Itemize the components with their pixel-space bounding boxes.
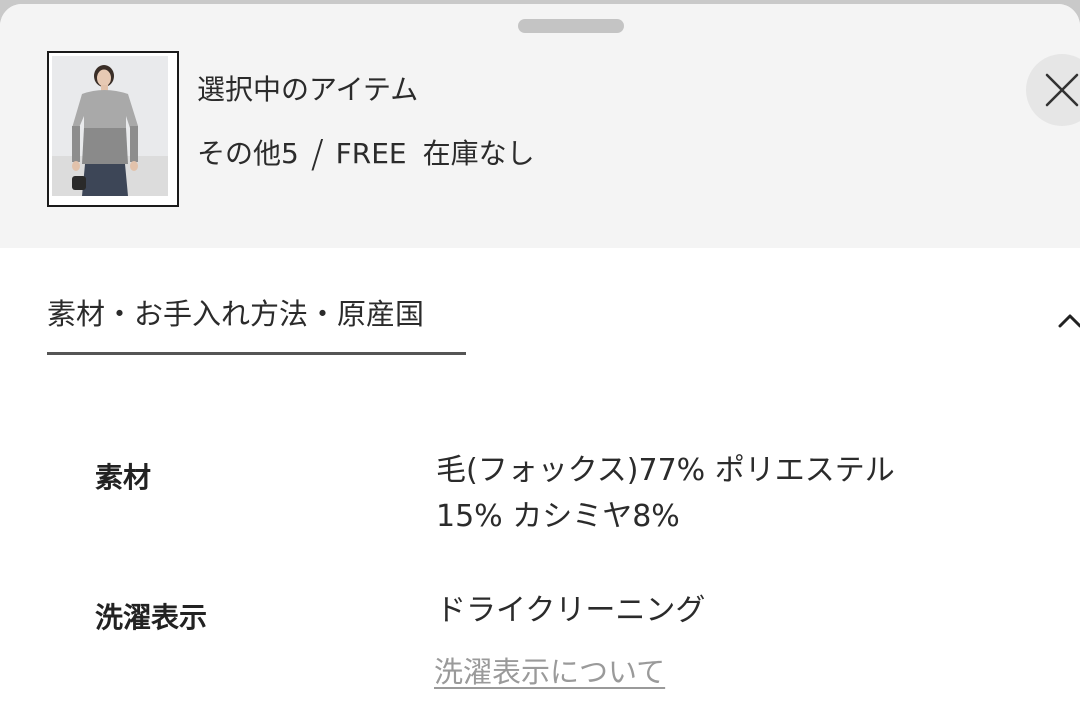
selected-item-title: 選択中のアイテム [197, 73, 419, 106]
variant-color: その他5 [197, 137, 299, 170]
section-underline [47, 352, 466, 355]
chevron-up-icon[interactable] [1052, 304, 1080, 334]
care-value-text: ドライクリーニング [436, 593, 706, 628]
variant-info: その他5 / FREE 在庫なし [197, 134, 535, 174]
section-title: 素材・お手入れ方法・原産国 [47, 297, 425, 331]
selected-item-panel: 選択中のアイテム その他5 / FREE 在庫なし [0, 4, 1080, 248]
product-photo [52, 56, 168, 196]
close-button[interactable] [1026, 54, 1080, 126]
care-label: 洗濯表示 [95, 601, 208, 634]
material-value-line: 15% カシミヤ8% [436, 499, 680, 534]
stock-status: 在庫なし [422, 137, 535, 170]
bottom-sheet: 選択中のアイテム その他5 / FREE 在庫なし 素材・お手入れ方法・原産国 … [0, 4, 1080, 724]
drag-handle[interactable] [518, 19, 624, 33]
close-icon [1045, 73, 1079, 107]
material-value: 毛(フォックス)77% ポリエステル 15% カシミヤ8% [436, 448, 996, 540]
material-value-line: 毛(フォックス)77% ポリエステル [436, 453, 895, 488]
variant-size: FREE [335, 137, 407, 170]
product-thumbnail [47, 51, 179, 207]
care-value: ドライクリーニング [436, 588, 996, 634]
variant-separator: / [310, 132, 324, 176]
care-label-info-link[interactable]: 洗濯表示について [434, 649, 665, 691]
material-label: 素材 [95, 461, 152, 494]
section-tab-materials[interactable]: 素材・お手入れ方法・原産国 [47, 294, 467, 358]
